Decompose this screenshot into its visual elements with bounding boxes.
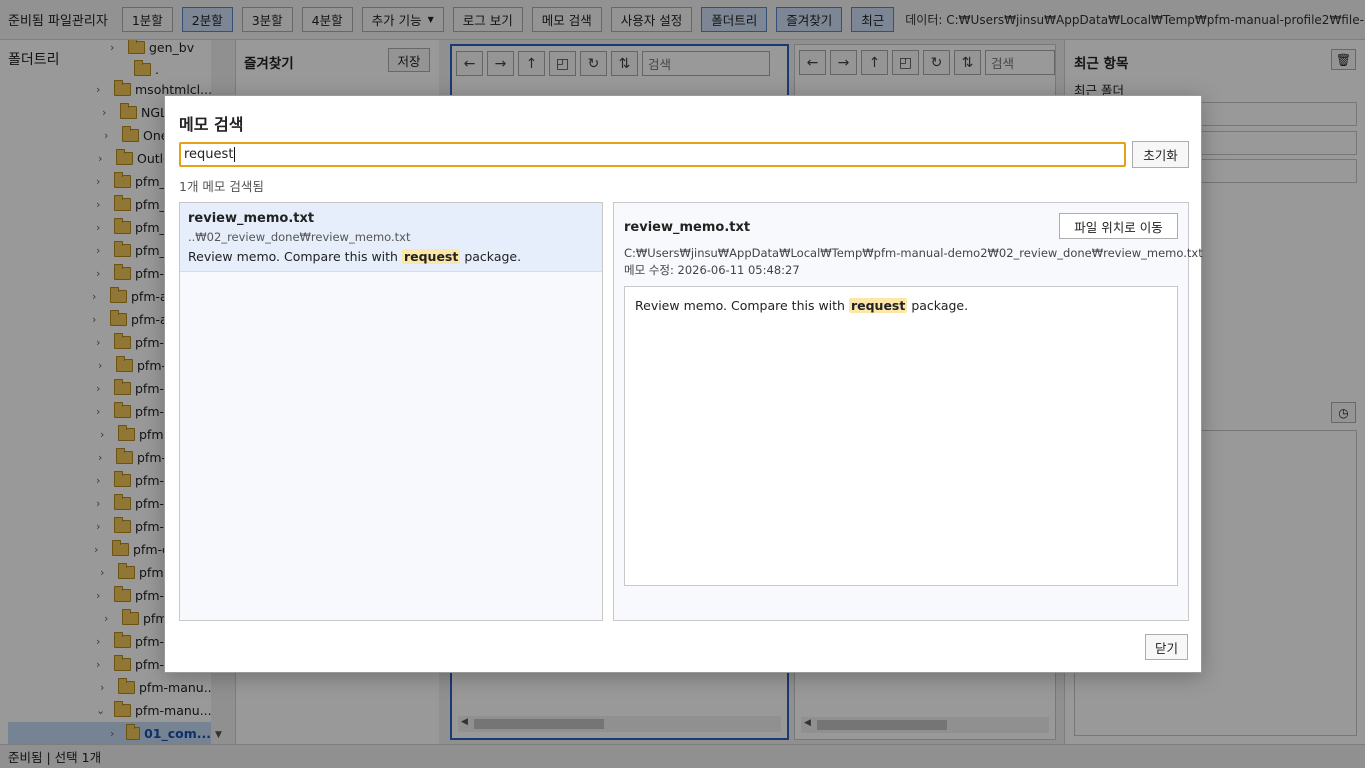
close-dialog-button[interactable]: 닫기 [1145, 634, 1188, 660]
memo-text-after: package. [911, 298, 969, 313]
snippet-text-before: Review memo. Compare this with [188, 249, 398, 264]
text-caret [234, 147, 236, 162]
search-query-text: request [184, 147, 234, 162]
preview-file-name: review_memo.txt [624, 220, 751, 235]
snippet-text-after: package. [464, 249, 522, 264]
preview-modified-time: 메모 수정: 2026-06-11 05:48:27 [624, 263, 800, 277]
dialog-title: 메모 검색 [179, 115, 244, 134]
memo-preview-panel: review_memo.txt 파일 위치로 이동 C:₩Users₩jinsu… [613, 202, 1203, 621]
snippet-match-highlight: request [401, 249, 461, 264]
preview-file-path: C:₩Users₩jinsu₩AppData₩Local₩Temp₩pfm-ma… [624, 246, 1203, 260]
memo-match-highlight: request [848, 298, 908, 313]
result-file-name: review_memo.txt [188, 211, 315, 226]
memo-text-before: Review memo. Compare this with [635, 298, 845, 313]
result-snippet: Review memo. Compare this with request p… [188, 249, 594, 264]
result-count: 1개 메모 검색됨 [179, 179, 264, 194]
memo-search-input[interactable]: request [179, 142, 1126, 167]
memo-search-dialog: 메모 검색 request 초기화 1개 메모 검색됨 review_memo.… [164, 95, 1203, 673]
search-results-list[interactable]: review_memo.txt ..₩02_review_done₩review… [179, 202, 603, 621]
search-result-item[interactable]: review_memo.txt ..₩02_review_done₩review… [180, 203, 602, 272]
go-to-file-location-button[interactable]: 파일 위치로 이동 [1059, 213, 1178, 239]
result-file-path: ..₩02_review_done₩review_memo.txt [188, 230, 411, 244]
preview-memo-content: Review memo. Compare this with request p… [624, 286, 1178, 586]
reset-button[interactable]: 초기화 [1132, 141, 1189, 168]
